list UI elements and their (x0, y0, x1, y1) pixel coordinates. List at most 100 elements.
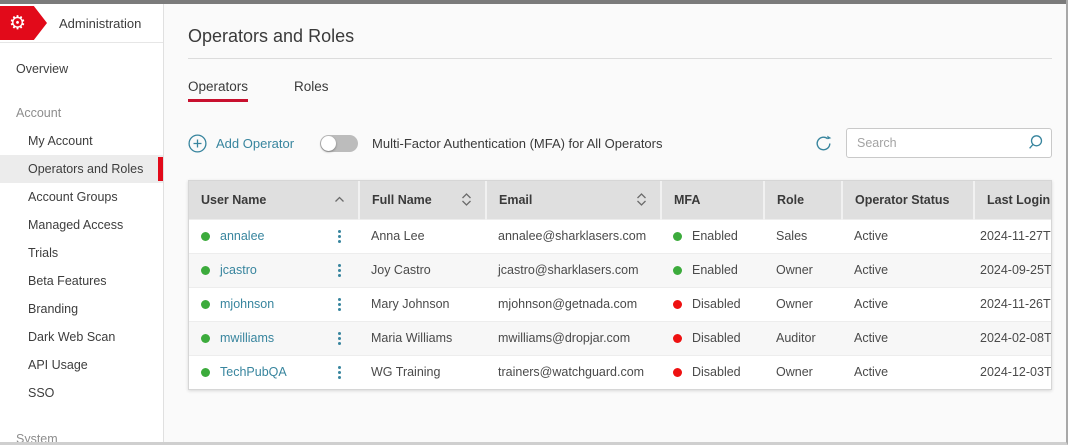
username-link[interactable]: annalee (220, 229, 265, 243)
role-cell: Sales (764, 219, 842, 253)
selected-indicator (158, 157, 163, 181)
mfa-cell: Disabled (692, 365, 741, 379)
email-cell: annalee@sharklasers.com (486, 219, 661, 253)
username-link[interactable]: mjohnson (220, 297, 274, 311)
sidebar-item-sso[interactable]: SSO (0, 379, 163, 407)
row-menu-icon[interactable] (336, 228, 343, 245)
row-menu-icon[interactable] (336, 296, 343, 313)
username-link[interactable]: mwilliams (220, 331, 274, 345)
row-menu-icon[interactable] (336, 262, 343, 279)
role-cell: Owner (764, 253, 842, 287)
row-menu-icon[interactable] (336, 364, 343, 381)
sidebar-item-overview[interactable]: Overview (0, 55, 163, 83)
sidebar-item-api-usage[interactable]: API Usage (0, 351, 163, 379)
sidebar-item-my-account[interactable]: My Account (0, 127, 163, 155)
full-name-cell: Anna Lee (359, 219, 486, 253)
mfa-cell: Disabled (692, 331, 741, 345)
administration-badge: ⚙ (0, 6, 47, 40)
sidebar-section-account: Account (0, 99, 163, 127)
column-header-full-name[interactable]: Full Name (359, 181, 486, 219)
row-menu-icon[interactable] (336, 330, 343, 347)
role-cell: Owner (764, 355, 842, 389)
tab-roles[interactable]: Roles (294, 79, 329, 102)
sidebar-item-trials[interactable]: Trials (0, 239, 163, 267)
add-operator-button[interactable]: Add Operator (188, 134, 294, 153)
full-name-cell: Maria Williams (359, 321, 486, 355)
table-row: annalee Anna Lee annalee@sharklasers.com… (189, 219, 1051, 253)
username-link[interactable]: TechPubQA (220, 365, 287, 379)
table-row: mwilliams Maria Williams mwilliams@dropj… (189, 321, 1051, 355)
refresh-icon (814, 134, 833, 153)
gear-icon: ⚙ (9, 14, 26, 33)
refresh-button[interactable] (814, 134, 833, 153)
app-window: ⚙ Administration Overview Account My Acc… (0, 0, 1068, 445)
mfa-status-dot (673, 334, 682, 343)
tab-bar: Operators Roles (188, 79, 1052, 102)
sort-both-icon (636, 193, 647, 206)
sidebar-item-operators-and-roles[interactable]: Operators and Roles (0, 155, 163, 183)
sidebar-item-dark-web-scan[interactable]: Dark Web Scan (0, 323, 163, 351)
search-icon[interactable] (1027, 134, 1044, 156)
mfa-cell: Disabled (692, 297, 741, 311)
last-login-cell: 2024-11-27T (974, 219, 1051, 253)
account-status-dot (201, 368, 210, 377)
email-cell: jcastro@sharklasers.com (486, 253, 661, 287)
account-status-dot (201, 300, 210, 309)
email-cell: mwilliams@dropjar.com (486, 321, 661, 355)
email-cell: mjohnson@getnada.com (486, 287, 661, 321)
role-cell: Owner (764, 287, 842, 321)
table-row: jcastro Joy Castro jcastro@sharklasers.c… (189, 253, 1051, 287)
toolbar: Add Operator Multi-Factor Authentication… (188, 128, 1052, 158)
email-cell: trainers@watchguard.com (486, 355, 661, 389)
operator-status-cell: Active (842, 253, 974, 287)
sidebar: ⚙ Administration Overview Account My Acc… (0, 4, 164, 442)
mfa-status-dot (673, 368, 682, 377)
column-header-mfa[interactable]: MFA (661, 181, 764, 219)
sidebar-title: Administration (59, 16, 141, 31)
sidebar-menu: Overview Account My Account Operators an… (0, 43, 163, 445)
operators-table: User Name Full Name (188, 180, 1052, 390)
operator-status-cell: Active (842, 321, 974, 355)
full-name-cell: Mary Johnson (359, 287, 486, 321)
mfa-toggle-label: Multi-Factor Authentication (MFA) for Al… (372, 136, 662, 151)
search-box (846, 128, 1052, 158)
username-link[interactable]: jcastro (220, 263, 257, 277)
search-input[interactable] (846, 128, 1052, 158)
title-divider (188, 58, 1052, 59)
last-login-cell: 2024-02-08T1 (974, 321, 1051, 355)
account-status-dot (201, 266, 210, 275)
full-name-cell: Joy Castro (359, 253, 486, 287)
mfa-status-dot (673, 300, 682, 309)
plus-circle-icon (188, 134, 207, 153)
sort-asc-icon (334, 196, 345, 203)
table-row: TechPubQA WG Training trainers@watchguar… (189, 355, 1051, 389)
operator-status-cell: Active (842, 287, 974, 321)
sidebar-item-account-groups[interactable]: Account Groups (0, 183, 163, 211)
main-content: Operators and Roles Operators Roles Add … (164, 4, 1066, 442)
last-login-cell: 2024-11-26T (974, 287, 1051, 321)
mfa-status-dot (673, 232, 682, 241)
sidebar-section-system: System (0, 425, 163, 445)
mfa-cell: Enabled (692, 263, 738, 277)
page-title: Operators and Roles (188, 26, 1052, 47)
tab-operators[interactable]: Operators (188, 79, 248, 102)
column-header-user-name[interactable]: User Name (189, 181, 359, 219)
mfa-status-dot (673, 266, 682, 275)
column-header-email[interactable]: Email (486, 181, 661, 219)
role-cell: Auditor (764, 321, 842, 355)
full-name-cell: WG Training (359, 355, 486, 389)
column-header-role[interactable]: Role (764, 181, 842, 219)
sort-both-icon (461, 193, 472, 206)
account-status-dot (201, 232, 210, 241)
account-status-dot (201, 334, 210, 343)
sidebar-item-beta-features[interactable]: Beta Features (0, 267, 163, 295)
sidebar-item-branding[interactable]: Branding (0, 295, 163, 323)
last-login-cell: 2024-09-25T (974, 253, 1051, 287)
sidebar-item-managed-access[interactable]: Managed Access (0, 211, 163, 239)
column-header-operator-status[interactable]: Operator Status (842, 181, 974, 219)
table-row: mjohnson Mary Johnson mjohnson@getnada.c… (189, 287, 1051, 321)
table-header-row: User Name Full Name (189, 181, 1051, 219)
mfa-toggle[interactable] (320, 135, 358, 152)
operator-status-cell: Active (842, 355, 974, 389)
column-header-last-login[interactable]: Last Login (974, 181, 1051, 219)
